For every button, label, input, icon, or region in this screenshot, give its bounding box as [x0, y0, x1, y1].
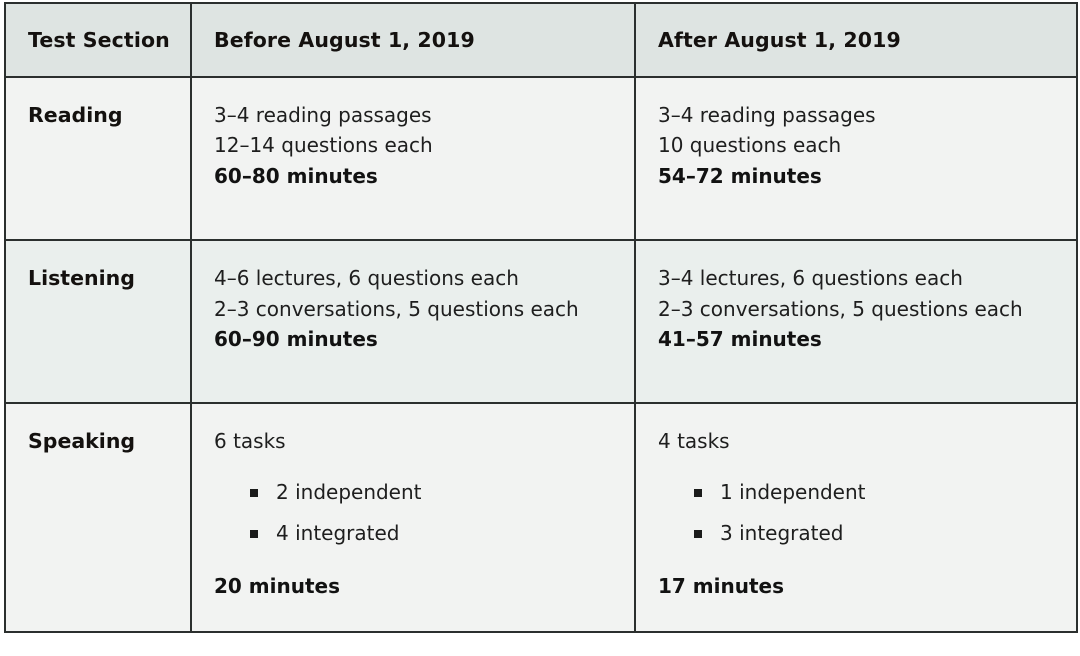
list-item: 2 independent: [250, 479, 614, 506]
table-row: Speaking 6 tasks 2 independent 4 integra…: [4, 402, 1078, 634]
duration-line: 20 minutes: [214, 573, 340, 598]
list-item-label: 1 independent: [720, 479, 866, 504]
detail-line: 4–6 lectures, 6 questions each: [214, 266, 519, 291]
table-row: Reading 3–4 reading passages 12–14 quest…: [4, 75, 1078, 242]
task-breakdown-list: 1 independent 3 integrated: [658, 479, 1056, 547]
cell-reading-before: 3–4 reading passages 12–14 questions eac…: [190, 75, 636, 242]
duration-line: 41–57 minutes: [658, 326, 822, 351]
list-item: 1 independent: [694, 479, 1056, 506]
duration-line: 60–90 minutes: [214, 326, 378, 351]
bullet-square-icon: [694, 529, 702, 538]
list-item: 4 integrated: [250, 520, 614, 547]
table-row: Listening 4–6 lectures, 6 questions each…: [4, 239, 1078, 405]
column-header-test-section: Test Section: [4, 2, 192, 78]
column-header-after: After August 1, 2019: [634, 2, 1078, 78]
list-item-label: 4 integrated: [276, 520, 400, 545]
column-header-before: Before August 1, 2019: [190, 2, 636, 78]
list-item-label: 3 integrated: [720, 520, 844, 545]
cell-reading-after: 3–4 reading passages 10 questions each 5…: [634, 75, 1078, 242]
list-item-label: 2 independent: [276, 479, 422, 504]
section-name-reading: Reading: [4, 75, 192, 242]
table-header: Test Section Before August 1, 2019 After…: [4, 2, 1078, 78]
header-row: Test Section Before August 1, 2019 After…: [4, 2, 1078, 78]
toefl-format-comparison-table: Test Section Before August 1, 2019 After…: [4, 2, 1078, 634]
bullet-square-icon: [250, 529, 258, 538]
detail-line: 3–4 reading passages: [658, 103, 876, 127]
detail-line: 2–3 conversations, 5 questions each: [658, 296, 1023, 321]
bullet-square-icon: [250, 488, 258, 497]
detail-line: 4 tasks: [658, 429, 730, 454]
list-item: 3 integrated: [694, 520, 1056, 547]
task-breakdown-list: 2 independent 4 integrated: [214, 479, 614, 547]
comparison-table-container: Test Section Before August 1, 2019 After…: [0, 0, 1080, 641]
section-name-speaking: Speaking: [4, 402, 192, 634]
table-body: Reading 3–4 reading passages 12–14 quest…: [4, 75, 1078, 634]
duration-line: 60–80 minutes: [214, 163, 378, 188]
detail-line: 2–3 conversations, 5 questions each: [214, 296, 579, 321]
bullet-square-icon: [694, 488, 702, 497]
detail-line: 10 questions each: [658, 133, 842, 158]
cell-speaking-before: 6 tasks 2 independent 4 integrated 20 mi…: [190, 402, 636, 634]
detail-line: 3–4 reading passages: [214, 103, 432, 127]
section-name-listening: Listening: [4, 239, 192, 405]
duration-line: 54–72 minutes: [658, 163, 822, 188]
cell-listening-before: 4–6 lectures, 6 questions each 2–3 conve…: [190, 239, 636, 405]
detail-line: 3–4 lectures, 6 questions each: [658, 266, 963, 291]
duration-line: 17 minutes: [658, 573, 784, 598]
detail-line: 6 tasks: [214, 429, 286, 454]
cell-speaking-after: 4 tasks 1 independent 3 integrated 17 mi…: [634, 402, 1078, 634]
cell-listening-after: 3–4 lectures, 6 questions each 2–3 conve…: [634, 239, 1078, 405]
detail-line: 12–14 questions each: [214, 133, 433, 158]
